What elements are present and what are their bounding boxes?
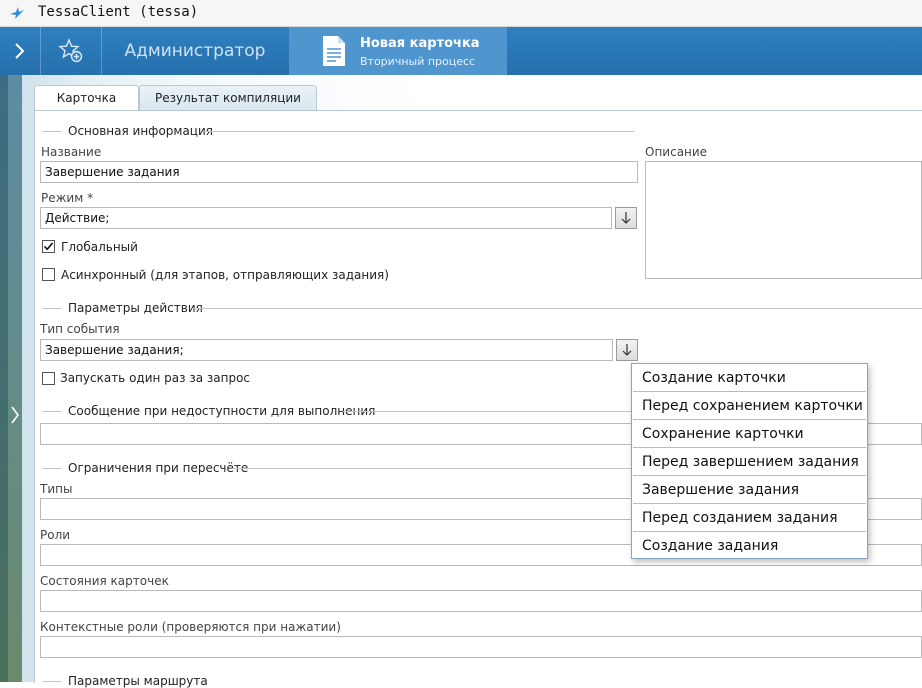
description-field[interactable] [645, 161, 922, 279]
roles-label: Роли [40, 528, 71, 542]
chevron-right-icon [11, 406, 19, 424]
event-type-dropdown-button[interactable] [616, 339, 638, 361]
card-tab-title: Новая карточка [360, 36, 480, 51]
event-type-field[interactable]: Завершение задания; [40, 339, 613, 361]
section-divider [42, 308, 62, 309]
tab-new-card[interactable]: Новая карточка Вторичный процесс [289, 27, 507, 75]
section-divider [42, 411, 62, 412]
window-titlebar: TessaClient (tessa) [0, 0, 922, 27]
dropdown-item[interactable]: Перед сохранением карточки [633, 393, 866, 420]
arrow-down-icon [621, 212, 631, 224]
expand-panel-button[interactable] [0, 27, 41, 75]
section-title-main-info: Основная информация [68, 124, 213, 138]
run-once-checkbox-label: Запускать один раз за запрос [60, 371, 251, 385]
async-checkbox-label: Асинхронный (для этапов, отправляющих за… [61, 268, 389, 282]
star-add-icon [58, 38, 83, 63]
tab-compilation-result-label: Результат компиляции [155, 91, 301, 105]
tab-compilation-result[interactable]: Результат компиляции [139, 85, 317, 111]
mode-dropdown-button[interactable] [615, 207, 637, 229]
checkmark-icon [43, 242, 54, 251]
tab-card[interactable]: Карточка [34, 85, 139, 112]
event-type-dropdown-list: Создание карточки Перед сохранением карт… [631, 363, 868, 559]
global-checkbox[interactable] [42, 240, 55, 253]
event-type-label: Тип события [40, 322, 120, 336]
left-edge-strip [0, 75, 8, 682]
top-navigation-bar: Администратор Новая карточка Вторичный п… [0, 27, 922, 75]
tab-card-label: Карточка [56, 91, 117, 105]
dropdown-item[interactable]: Создание задания [633, 533, 866, 560]
section-divider [204, 131, 634, 132]
tab-administrator-label: Администратор [124, 41, 266, 61]
section-title-route-params: Параметры маршрута [68, 674, 208, 688]
dropdown-item[interactable]: Создание карточки [633, 365, 866, 392]
document-icon [323, 36, 345, 66]
name-label: Название [41, 145, 102, 159]
section-divider [192, 308, 922, 309]
mode-label: Режим * [41, 191, 94, 205]
card-tab-subtitle: Вторичный процесс [360, 55, 476, 68]
section-divider [232, 468, 632, 469]
dropdown-item[interactable]: Завершение задания [633, 477, 866, 504]
context-roles-label: Контекстные роли (проверяются при нажати… [40, 620, 341, 634]
add-favorite-button[interactable] [41, 27, 102, 75]
context-roles-field[interactable] [40, 636, 922, 658]
global-checkbox-label: Глобальный [61, 240, 138, 254]
dropdown-item[interactable]: Перед завершением задания [633, 449, 866, 476]
section-divider [42, 468, 62, 469]
card-states-field[interactable] [40, 590, 922, 612]
dropdown-item[interactable]: Сохранение карточки [633, 421, 866, 448]
section-title-recalc-limits: Ограничения при пересчёте [68, 461, 249, 475]
types-label: Типы [40, 482, 73, 496]
window-title: TessaClient (tessa) [38, 4, 199, 20]
name-field[interactable]: Завершение задания [40, 161, 638, 183]
section-divider [42, 131, 62, 132]
dropdown-item[interactable]: Перед созданием задания [633, 505, 866, 532]
tessa-bird-icon [10, 7, 24, 19]
tab-administrator[interactable]: Администратор [102, 27, 288, 75]
section-divider [343, 411, 633, 412]
description-label: Описание [645, 145, 708, 159]
chevron-right-icon [15, 43, 25, 59]
card-states-label: Состояния карточек [40, 574, 169, 588]
section-title-action-params: Параметры действия [68, 301, 203, 315]
arrow-down-icon [622, 344, 632, 356]
run-once-checkbox[interactable] [42, 372, 55, 385]
section-title-unavailable-message: Сообщение при недоступности для выполнен… [68, 404, 376, 418]
async-checkbox[interactable] [42, 268, 55, 281]
mode-field[interactable]: Действие; [40, 207, 612, 229]
collapsed-side-panel[interactable] [8, 75, 22, 682]
